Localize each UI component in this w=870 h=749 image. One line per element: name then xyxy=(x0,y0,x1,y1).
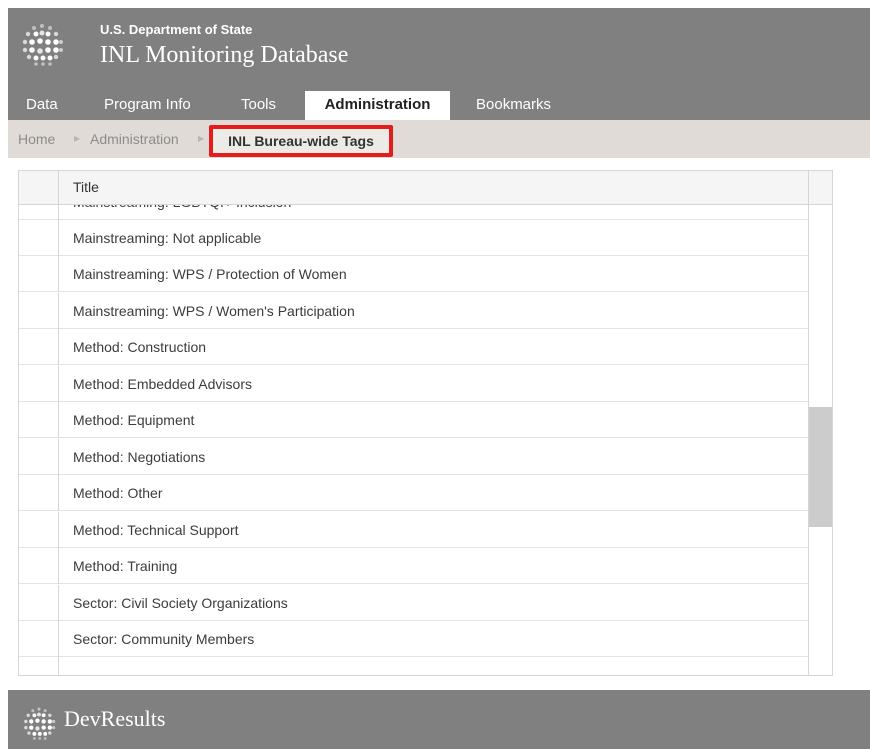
row-select-cell[interactable] xyxy=(19,220,59,256)
table-row[interactable] xyxy=(19,657,808,675)
row-select-cell[interactable] xyxy=(19,439,59,475)
column-header-title[interactable]: Title xyxy=(73,171,99,203)
vertical-scrollbar[interactable] xyxy=(808,205,832,675)
row-title: Method: Negotiations xyxy=(73,449,206,465)
site-header: U.S. Department of State INL Monitoring … xyxy=(8,8,870,91)
row-select-cell[interactable] xyxy=(19,585,59,621)
globe-dots-icon xyxy=(24,707,56,740)
row-title: Sector: Civil Society Organizations xyxy=(73,595,288,611)
select-column-header[interactable] xyxy=(19,171,59,204)
breadcrumb-administration[interactable]: Administration xyxy=(90,120,179,158)
table-row[interactable]: Method: Training xyxy=(19,548,808,584)
table-row[interactable]: Method: Construction xyxy=(19,329,808,365)
table-row[interactable]: Method: Equipment xyxy=(19,402,808,438)
row-title: Mainstreaming: LGBTQI+ Inclusion xyxy=(73,205,291,220)
table-row[interactable]: Mainstreaming: LGBTQI+ Inclusion xyxy=(19,205,808,220)
breadcrumb-current: INL Bureau-wide Tags xyxy=(209,125,393,157)
table-row[interactable]: Method: Embedded Advisors xyxy=(19,366,808,402)
row-title: Mainstreaming: Not applicable xyxy=(73,230,262,246)
table-row[interactable]: Method: Technical Support xyxy=(19,512,808,548)
row-title: Method: Technical Support xyxy=(73,522,239,538)
table-body: Mainstreaming: LGBTQI+ Inclusion Mainstr… xyxy=(19,205,808,675)
row-select-cell[interactable] xyxy=(19,402,59,438)
row-select-cell[interactable] xyxy=(19,329,59,365)
main-nav: Data Program Info Tools Administration B… xyxy=(8,91,870,120)
footer-brand[interactable]: DevResults xyxy=(64,706,165,732)
nav-item-bookmarks[interactable]: Bookmarks xyxy=(476,91,551,120)
agency-name: U.S. Department of State xyxy=(100,22,253,37)
header-scroll-spacer xyxy=(808,171,832,204)
nav-item-program-info[interactable]: Program Info xyxy=(104,91,191,120)
table-row[interactable]: Method: Other xyxy=(19,475,808,511)
row-select-cell[interactable] xyxy=(19,512,59,548)
row-select-cell[interactable] xyxy=(19,293,59,329)
table-row[interactable]: Method: Negotiations xyxy=(19,439,808,475)
table-row[interactable]: Mainstreaming: Not applicable xyxy=(19,220,808,256)
row-select-cell[interactable] xyxy=(19,548,59,584)
globe-dots-icon[interactable] xyxy=(20,22,64,66)
row-select-cell[interactable] xyxy=(19,366,59,402)
row-title: Sector: Community Members xyxy=(73,631,255,647)
row-title: Mainstreaming: WPS / Women's Participati… xyxy=(73,303,355,319)
table-row[interactable]: Sector: Community Members xyxy=(19,621,808,657)
row-title: Method: Construction xyxy=(73,339,207,355)
table-row[interactable]: Mainstreaming: WPS / Protection of Women xyxy=(19,256,808,292)
site-footer: DevResults xyxy=(8,690,870,749)
scrollbar-thumb[interactable] xyxy=(809,407,832,527)
row-select-cell[interactable] xyxy=(19,657,59,675)
table-row[interactable]: Mainstreaming: WPS / Women's Participati… xyxy=(19,293,808,329)
row-title: Method: Equipment xyxy=(73,412,195,428)
caret-right-icon: ▶ xyxy=(198,134,205,143)
row-title: Mainstreaming: WPS / Protection of Women xyxy=(73,266,347,282)
nav-item-administration[interactable]: Administration xyxy=(305,91,450,120)
breadcrumb-home[interactable]: Home xyxy=(18,120,55,158)
caret-right-icon: ▶ xyxy=(74,134,81,143)
row-title: Method: Other xyxy=(73,485,163,501)
nav-item-data[interactable]: Data xyxy=(26,91,58,120)
table-row[interactable]: Sector: Civil Society Organizations xyxy=(19,585,808,621)
breadcrumb: Home ▶ Administration ▶ INL Bureau-wide … xyxy=(8,120,870,158)
row-select-cell[interactable] xyxy=(19,205,59,220)
row-title: Method: Embedded Advisors xyxy=(73,376,252,392)
row-select-cell[interactable] xyxy=(19,621,59,657)
tags-table: Title Mainstreaming: LGBTQI+ Inclusion M… xyxy=(18,170,833,676)
row-title: Method: Training xyxy=(73,558,178,574)
table-header: Title xyxy=(19,171,832,205)
row-select-cell[interactable] xyxy=(19,256,59,292)
nav-item-tools[interactable]: Tools xyxy=(241,91,276,120)
app-title[interactable]: INL Monitoring Database xyxy=(100,42,348,69)
row-select-cell[interactable] xyxy=(19,475,59,511)
